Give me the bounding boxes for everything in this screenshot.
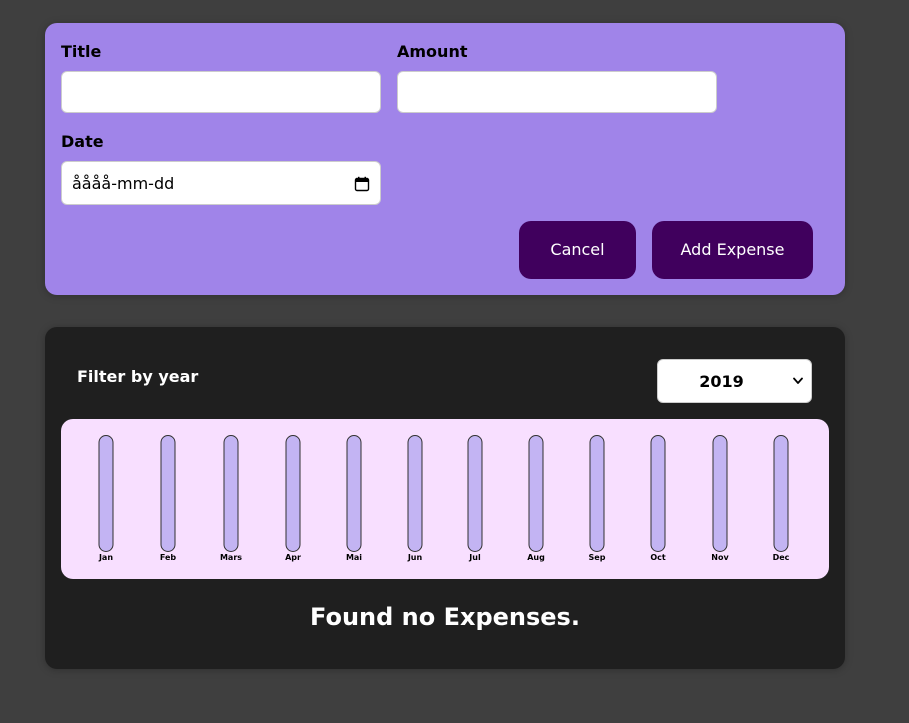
chart-bar: Sep [577,435,617,565]
calendar-icon[interactable] [354,176,370,192]
chart-bar: Jan [86,435,126,565]
chart-bar-track [773,435,789,552]
chart-bar-label: Oct [650,553,666,562]
chart-bar: Jul [455,435,495,565]
filter-label: Filter by year [77,367,199,386]
chart-bar-label: Jun [407,553,423,562]
title-label: Title [61,42,102,61]
chart-bar: Dec [761,435,801,565]
chart-bar-track [98,435,114,552]
new-expense-form: Title Amount Date åååå-mm-dd Cancel Add … [45,23,845,295]
add-expense-button[interactable]: Add Expense [652,221,813,279]
chart-bar-label: Jul [469,553,481,562]
year-select[interactable]: 2019 [657,359,812,403]
chart-bar-track [407,435,423,552]
chart-bar: Apr [273,435,313,565]
chart-bar-label: Sep [588,553,606,562]
chart-bar: Jun [395,435,435,565]
chart-bar: Feb [148,435,188,565]
cancel-button[interactable]: Cancel [519,221,636,279]
chart-bar: Oct [638,435,678,565]
expenses-chart: Jan Feb Mars Apr Mai Jun Jul Aug Sep Oct Nov Dec [61,419,829,579]
chart-bar: Mai [334,435,374,565]
chart-bar-track [528,435,544,552]
chart-bar-label: Mars [219,553,243,562]
chart-bar-label: Dec [772,553,790,562]
chart-bar: Nov [700,435,740,565]
date-label: Date [61,132,104,151]
amount-label: Amount [397,42,468,61]
empty-state-message: Found no Expenses. [310,603,580,631]
amount-input[interactable] [397,71,717,113]
selected-year: 2019 [699,372,744,391]
chart-bar-label: Mai [345,553,363,562]
chart-bar-track [650,435,666,552]
chart-bar-label: Apr [285,553,301,562]
date-placeholder: åååå-mm-dd [72,174,175,193]
chart-bar-track [160,435,176,552]
chart-bar-track [223,435,239,552]
title-input[interactable] [61,71,381,113]
chart-bar-label: Jan [98,553,114,562]
chart-bar: Aug [516,435,556,565]
chart-bar-track [467,435,483,552]
chart-bar-track [712,435,728,552]
chart-bar-track [589,435,605,552]
expenses-panel: Filter by year 2019 Jan Feb Mars Apr Mai Jun J… [45,327,845,669]
chart-bar: Mars [211,435,251,565]
chart-bar-track [285,435,301,552]
chart-bar-label: Aug [527,553,545,562]
chart-bar-label: Feb [159,553,177,562]
chart-bar-track [346,435,362,552]
date-input[interactable]: åååå-mm-dd [61,161,381,205]
chevron-down-icon [793,377,803,384]
chart-bar-label: Nov [711,553,729,562]
